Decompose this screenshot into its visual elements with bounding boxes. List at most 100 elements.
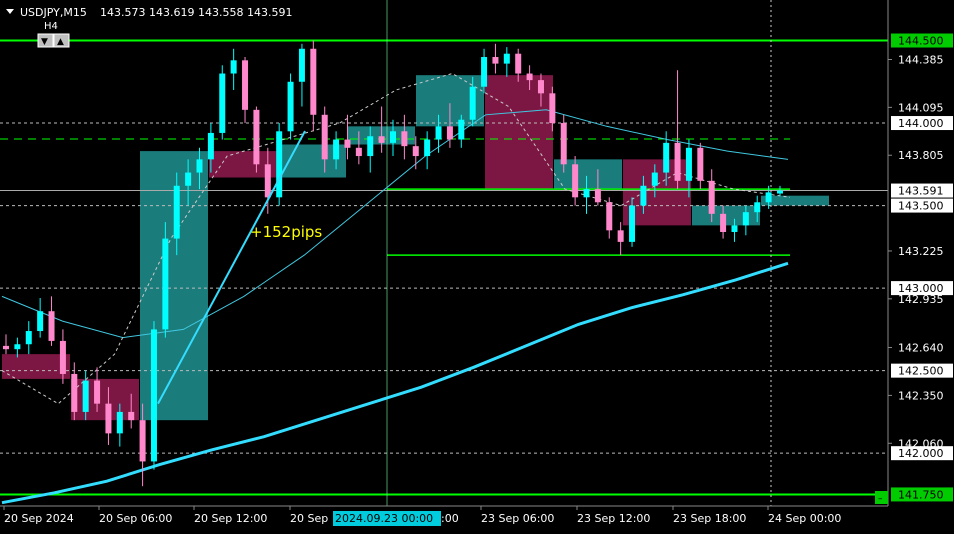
level-price-label: 141.750 <box>898 488 944 501</box>
timeframe-widget[interactable]: H4 ▼ ▲ <box>37 20 70 48</box>
candle-body <box>162 238 169 330</box>
level-price-label: 144.500 <box>898 35 944 48</box>
tf-up-icon: ▲ <box>57 37 64 47</box>
x-tick-label: 20 Sep 2024 <box>4 512 74 525</box>
price-chart[interactable]: 144.385144.095143.805143.225142.935142.6… <box>0 0 954 530</box>
candle-body <box>230 60 237 74</box>
candle-body <box>219 73 226 133</box>
chart-window[interactable]: 144.385 144.095 143.805 143.225 142.935 142.6… <box>0 0 954 530</box>
x-tick-label: 23 Sep 18:00 <box>673 512 746 525</box>
candle-body <box>298 48 305 82</box>
candle-body <box>651 172 658 186</box>
x-tick-label-partial: :00 <box>441 512 459 525</box>
candle-body <box>560 123 567 165</box>
candle-body <box>754 202 761 213</box>
candle-body <box>253 109 260 165</box>
candle-body <box>94 380 101 404</box>
candle-body <box>82 380 89 412</box>
candle-body <box>606 202 613 231</box>
chart-header: USDJPY,M15 143.573 143.619 143.558 143.5… <box>6 6 292 19</box>
candle-body <box>572 164 579 198</box>
candle-body <box>720 213 727 232</box>
candle-body <box>14 344 21 350</box>
x-tick-label: 24 Sep 00:00 <box>768 512 841 525</box>
candle-body <box>196 159 203 173</box>
ohlc-values: 143.573 143.619 143.558 143.591 <box>100 6 292 19</box>
candle-body <box>48 311 55 341</box>
h4-box <box>2 354 70 379</box>
candle-body <box>37 311 44 332</box>
y-tick-label: 143.805 <box>898 149 944 162</box>
y-tick-label: 142.640 <box>898 342 944 355</box>
candle-body <box>458 119 465 140</box>
candle-body <box>333 139 340 160</box>
current-price-label: 143.591 <box>898 185 944 198</box>
pips-annotation: +152pips <box>250 223 322 241</box>
candle-body <box>629 205 636 242</box>
tf-label: H4 <box>44 21 58 32</box>
candle-body <box>731 225 738 232</box>
candle-body <box>355 147 362 157</box>
candle-body <box>367 136 374 157</box>
candle-body <box>378 136 385 143</box>
candle-body <box>25 331 32 345</box>
candle-body <box>150 329 157 462</box>
candle-body <box>742 212 749 226</box>
candle-body <box>59 340 66 374</box>
candle-body <box>344 139 351 148</box>
candle-body <box>128 411 135 421</box>
candle-body <box>617 230 624 242</box>
candle-body <box>515 53 522 74</box>
candle-body <box>708 180 715 214</box>
candle-body <box>469 86 476 120</box>
candle-body <box>116 411 123 434</box>
candle-body <box>242 60 249 110</box>
x-tick-label: 23 Sep 12:00 <box>577 512 650 525</box>
candle-body <box>503 53 510 64</box>
candle-body <box>594 189 601 203</box>
candle-body <box>526 73 533 81</box>
candle-body <box>185 172 192 186</box>
symbol-label: USDJPY,M15 <box>20 6 87 19</box>
candle-body <box>640 185 647 206</box>
x-tick-label: 20 Sep 06:00 <box>99 512 172 525</box>
candle-body <box>390 131 396 143</box>
level-price-label: 143.000 <box>898 282 944 295</box>
candle-body <box>777 190 783 194</box>
candle-body <box>492 57 499 64</box>
candle-body <box>583 189 590 198</box>
x-tick-label: 20 Sep <box>290 512 328 525</box>
candle-body <box>446 126 453 140</box>
candle-body <box>765 192 772 203</box>
candle-body <box>71 373 78 412</box>
candle-body <box>697 147 704 181</box>
candle-body <box>276 131 283 198</box>
candle-body <box>173 185 180 239</box>
candle-body <box>435 126 442 140</box>
candle-body <box>321 114 328 160</box>
x-tick-label: 23 Sep 06:00 <box>481 512 554 525</box>
candle-body <box>139 420 146 462</box>
candle-body <box>3 345 9 350</box>
level-price-label: 144.000 <box>898 117 944 130</box>
candle-body <box>287 81 294 132</box>
candle-body <box>401 131 408 147</box>
candle-body <box>310 48 317 115</box>
crosshair-time-label: 2024.09.23 00:00 <box>335 512 433 525</box>
candle-body <box>663 142 670 173</box>
candle-body <box>537 80 544 94</box>
level-price-label: 142.000 <box>898 447 944 460</box>
x-tick-label: 20 Sep 12:00 <box>194 512 267 525</box>
y-tick-label: 144.095 <box>898 101 944 114</box>
candle-body <box>481 57 488 87</box>
candle-body <box>264 164 271 198</box>
candle-body <box>685 147 692 181</box>
candle-body <box>424 139 431 157</box>
y-tick-label: 144.385 <box>898 53 944 66</box>
y-tick-label: 143.225 <box>898 245 944 258</box>
level-price-label: 142.500 <box>898 365 944 378</box>
tf-down-icon: ▼ <box>41 37 48 47</box>
y-tick-label: 142.350 <box>898 389 944 402</box>
candle-body <box>412 146 419 157</box>
scroll-end-icon: – <box>878 494 883 504</box>
